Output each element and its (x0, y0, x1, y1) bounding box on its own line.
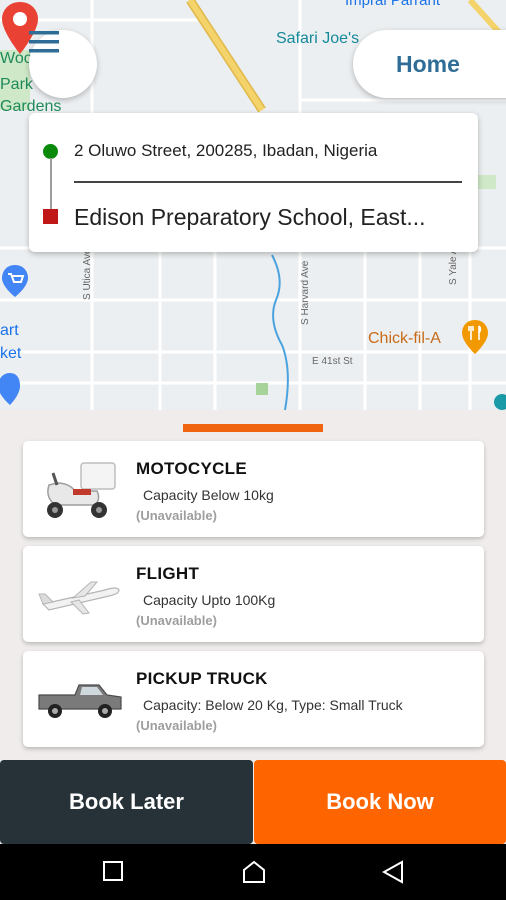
book-later-label: Book Later (69, 789, 184, 814)
vehicle-card-flight[interactable]: FLIGHT Capacity Upto 100Kg (Unavailable) (23, 546, 484, 642)
street-label-e41: E 41st St (312, 356, 353, 367)
route-divider (74, 181, 462, 183)
scooter-icon (47, 462, 116, 518)
map-label-park: Park (0, 76, 33, 93)
hamburger-menu-icon (29, 31, 59, 53)
vehicle-status: (Unavailable) (136, 718, 217, 733)
street-label-utica: S Utica Ave (82, 248, 93, 300)
recents-square-icon[interactable] (102, 860, 124, 882)
vehicle-capacity: Capacity Upto 100Kg (143, 592, 276, 608)
shopping-cart-poi-icon[interactable] (0, 263, 30, 299)
shopping-cart-poi-icon-2[interactable] (0, 371, 22, 407)
map-label-safari: Safari Joe's (276, 30, 360, 47)
vehicle-name: PICKUP TRUCK (136, 669, 268, 688)
book-later-button[interactable]: Book Later (0, 760, 253, 844)
vehicle-capacity: Capacity: Below 20 Kg, Type: Small Truck (143, 697, 403, 713)
map-view[interactable]: Imprai Parrant Safari Joe's Wood Park Ga… (0, 0, 506, 410)
pickup-address-field[interactable]: 2 Oluwo Street, 200285, Ibadan, Nigeria (74, 141, 377, 161)
vehicle-status: (Unavailable) (136, 508, 217, 523)
map-label-market: ket (0, 345, 22, 362)
vehicle-sheet: MOTOCYCLE Capacity Below 10kg (Unavailab… (0, 410, 506, 760)
destination-square-icon (43, 209, 58, 224)
pickup-truck-icon (38, 684, 122, 718)
back-triangle-icon[interactable] (382, 860, 404, 884)
map-label-mart: art (0, 322, 19, 339)
home-circle-icon[interactable] (242, 860, 266, 884)
origin-dot-icon (43, 144, 58, 159)
poi-partial-icon (494, 394, 506, 410)
book-now-button[interactable]: Book Now (254, 760, 506, 844)
vehicle-card-motorcycle[interactable]: MOTOCYCLE Capacity Below 10kg (Unavailab… (23, 441, 484, 537)
home-button[interactable]: Home (353, 30, 506, 98)
vehicle-capacity: Capacity Below 10kg (143, 487, 274, 503)
street-label-harvard: S Harvard Ave (300, 260, 311, 325)
restaurant-poi-icon[interactable] (460, 318, 490, 356)
book-now-label: Book Now (326, 789, 434, 814)
menu-button[interactable] (29, 30, 97, 98)
vehicle-name: FLIGHT (136, 564, 200, 583)
map-label-chickfila: Chick-fil-A (368, 330, 441, 347)
airplane-icon (38, 581, 120, 615)
vehicle-name: MOTOCYCLE (136, 459, 248, 478)
home-button-label: Home (396, 51, 460, 77)
route-card: 2 Oluwo Street, 200285, Ibadan, Nigeria … (29, 113, 478, 252)
vehicle-status: (Unavailable) (136, 613, 217, 628)
route-connector (50, 158, 52, 210)
map-label-top: Imprai Parrant (345, 0, 441, 9)
sheet-drag-handle[interactable] (183, 424, 323, 432)
dropoff-address-field[interactable]: Edison Preparatory School, East... (74, 204, 464, 231)
system-nav-bar (0, 844, 506, 900)
vehicle-card-pickup-truck[interactable]: PICKUP TRUCK Capacity: Below 20 Kg, Type… (23, 651, 484, 747)
